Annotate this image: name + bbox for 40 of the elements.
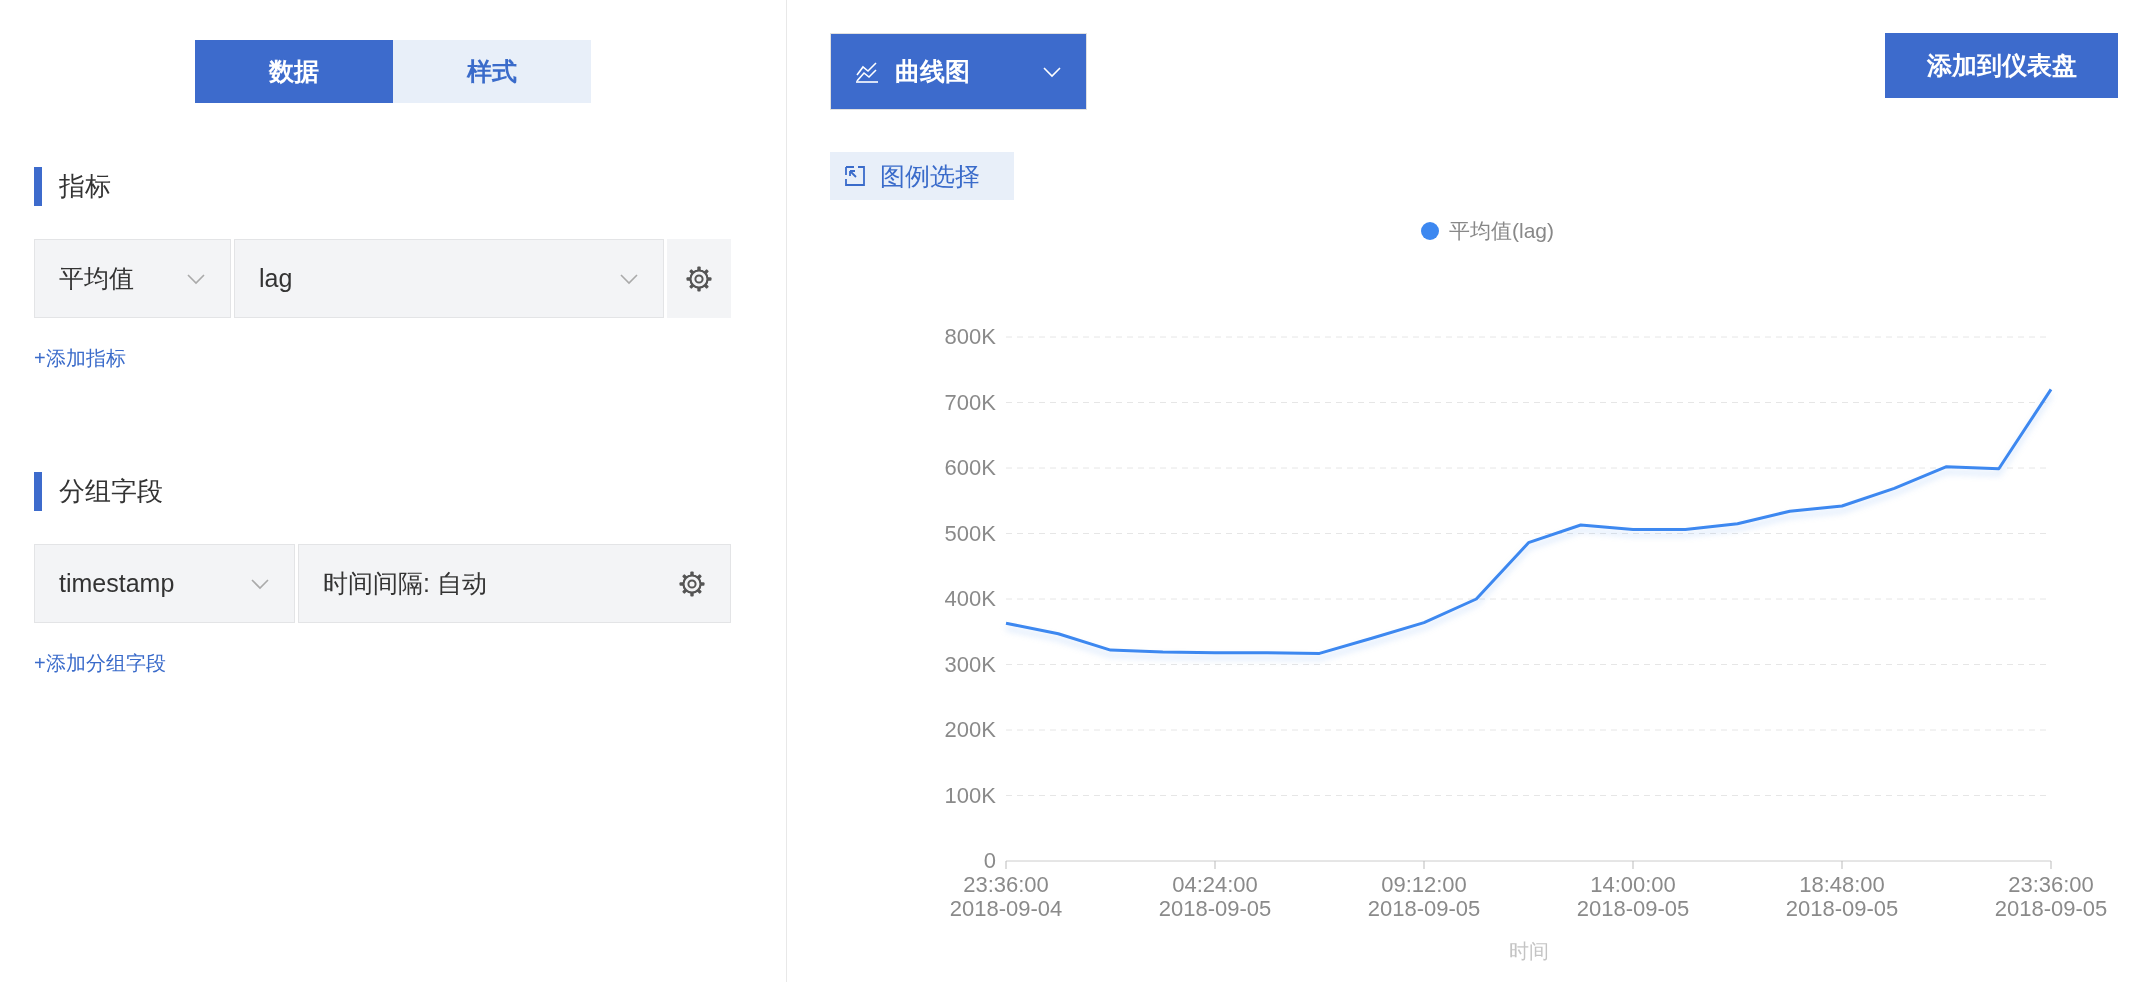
axis-tick-label: 23:36:00 2018-09-05 (1994, 872, 2108, 921)
chart-type-dropdown[interactable]: 曲线图 (830, 33, 1087, 110)
settings-icon[interactable] (678, 569, 706, 598)
section-title: 指标 (59, 170, 111, 203)
tab[interactable]: 样式 (392, 40, 591, 103)
caret-icon (186, 272, 206, 285)
settings-icon[interactable] (685, 264, 713, 293)
legend-select-button[interactable]: 图例选择 (830, 152, 1014, 200)
axis-tick-label: 04:24:00 2018-09-05 (1158, 872, 1272, 921)
caret-icon (1042, 65, 1062, 78)
axis-tick-label: 18:48:00 2018-09-05 (1785, 872, 1899, 921)
axis-tick-label: 09:12:00 2018-09-05 (1367, 872, 1481, 921)
axis-tick-label: 14:00:00 2018-09-05 (1576, 872, 1690, 921)
caret-icon (250, 577, 270, 590)
axis-tick-label: 300K (944, 651, 996, 677)
dropdown[interactable]: timestamp (34, 544, 295, 623)
dropdown[interactable]: 平均值 (34, 239, 231, 318)
axis-tick-label: 500K (944, 520, 996, 546)
axis-tick-label: 400K (944, 586, 996, 611)
caret-icon (619, 272, 639, 285)
add-link[interactable]: +添加指标 (34, 345, 126, 372)
accent-bar (34, 472, 42, 511)
axis-tick-label: 23:36:00 2018-09-04 (949, 872, 1063, 921)
accent-bar (34, 167, 42, 206)
add-to-dashboard-button[interactable]: 添加到仪表盘 (1885, 33, 2118, 98)
add-link[interactable]: +添加分组字段 (34, 650, 166, 677)
axis-title: 时间 (1508, 940, 1549, 962)
axis-tick-label: 100K (944, 782, 996, 808)
select-icon (844, 165, 866, 187)
line-chart-icon (855, 60, 879, 83)
dropdown[interactable]: lag (234, 239, 664, 318)
axis-tick-label: 800K (944, 324, 996, 349)
axis-tick-label: 700K (944, 389, 996, 415)
axis-tick-label: 0 (983, 848, 996, 873)
section-title: 分组字段 (59, 475, 163, 508)
axis-tick-label: 200K (944, 717, 996, 742)
interval-field[interactable]: 时间间隔: 自动 (298, 544, 731, 623)
axis-tick-label: 600K (944, 455, 996, 480)
legend-label: 平均值(lag) (1449, 218, 1554, 244)
tab[interactable]: 数据 (194, 40, 393, 103)
